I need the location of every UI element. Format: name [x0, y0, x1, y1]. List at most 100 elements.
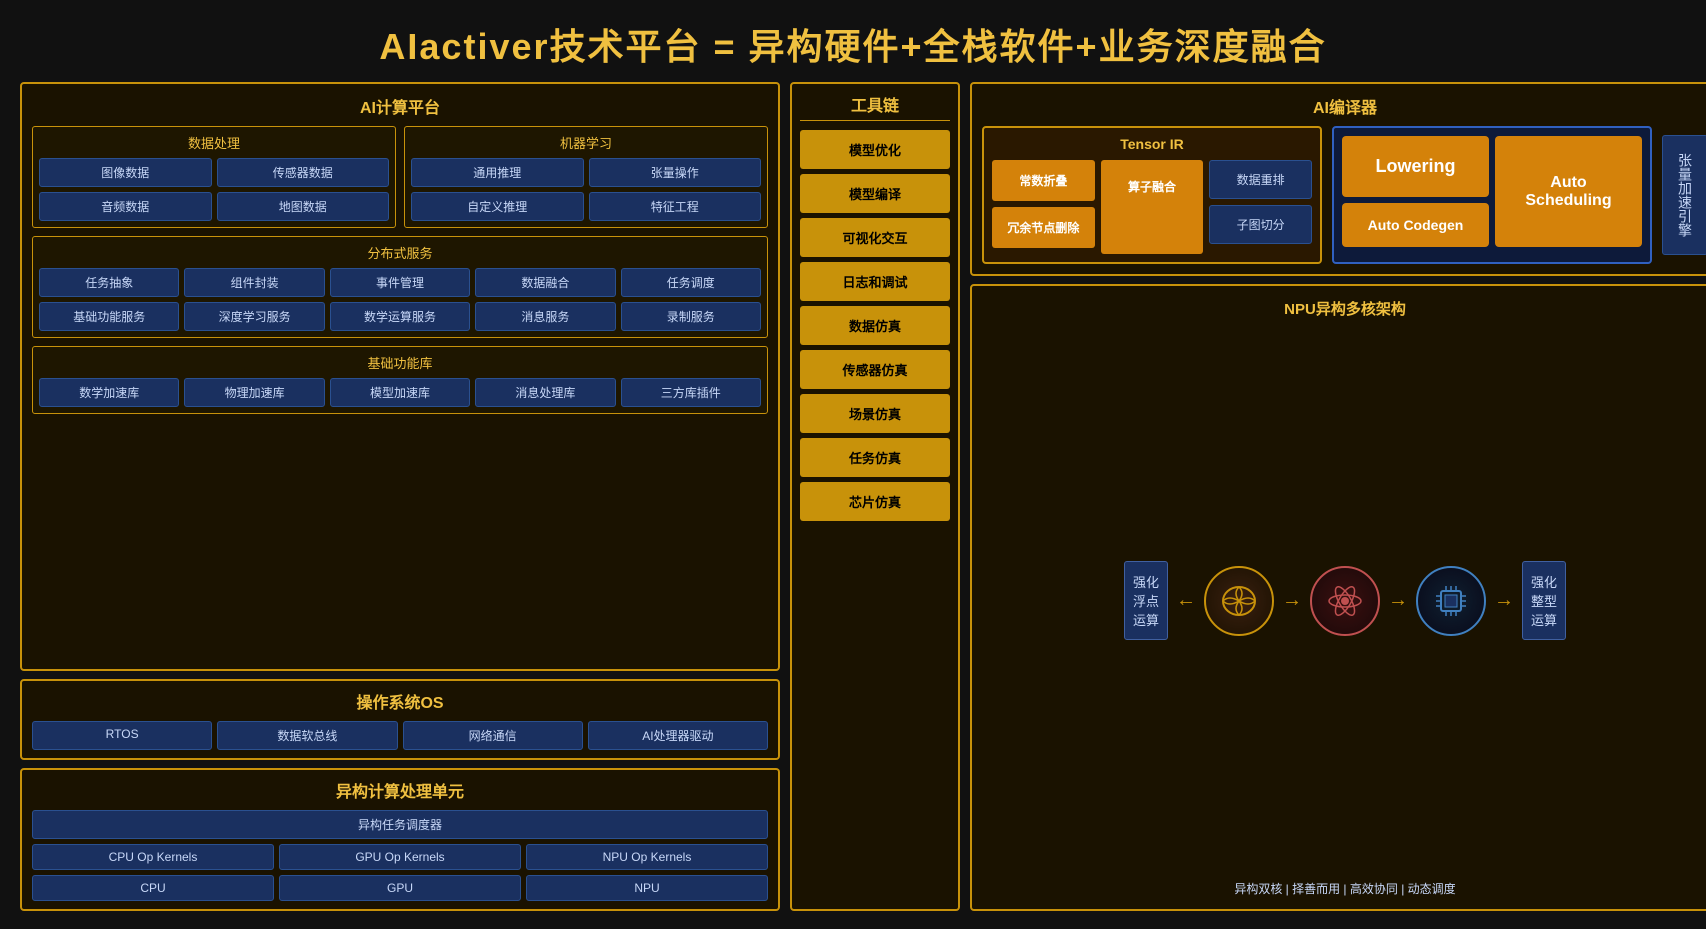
chip-task-abstract: 任务抽象 [39, 268, 179, 297]
ml-grid: 通用推理 张量操作 自定义推理 特征工程 [411, 158, 761, 221]
npu-left-box: 强化 浮点 运算 [1124, 561, 1168, 640]
chip-math-accel: 数学加速库 [39, 378, 179, 407]
chip-third-party: 三方库插件 [621, 378, 761, 407]
os-title: 操作系统OS [32, 689, 768, 713]
chip-sensor-data: 传感器数据 [217, 158, 390, 187]
ml-title: 机器学习 [411, 133, 761, 152]
chip-ai-driver: AI处理器驱动 [588, 721, 768, 750]
tool-chip-sim: 芯片仿真 [800, 482, 950, 521]
tensor-ir-box: Tensor IR 常数折叠 冗余节点删除 算子融合 数据重排 [982, 126, 1322, 264]
page-title: AIactiver技术平台 = 异构硬件+全栈软件+业务深度融合 [20, 18, 1686, 70]
chip-dl-service: 深度学习服务 [184, 302, 324, 331]
brain-icon [1204, 566, 1274, 636]
tensor-accel-container: 张量加速引擎 [1662, 126, 1706, 264]
tool-log-debug: 日志和调试 [800, 262, 950, 301]
ir-subgraph-cut: 子图切分 [1209, 205, 1312, 244]
tensor-ir-grid: 常数折叠 冗余节点删除 算子融合 数据重排 子图切分 [992, 160, 1312, 254]
chip-math-service: 数学运算服务 [330, 302, 470, 331]
tool-model-opt: 模型优化 [800, 130, 950, 169]
arrow-right1: → [1282, 589, 1302, 612]
chip-gpu-kernels: GPU Op Kernels [279, 844, 521, 870]
chip-npu-kernels: NPU Op Kernels [526, 844, 768, 870]
arrow-right2: → [1388, 589, 1408, 612]
tool-task-sim: 任务仿真 [800, 438, 950, 477]
page: AIactiver技术平台 = 异构硬件+全栈软件+业务深度融合 AI计算平台 … [0, 0, 1706, 929]
chip-record-service: 录制服务 [621, 302, 761, 331]
basic-lib-grid: 数学加速库 物理加速库 模型加速库 消息处理库 三方库插件 [39, 378, 761, 407]
data-processing-section: 数据处理 图像数据 传感器数据 音频数据 地图数据 [32, 126, 396, 228]
ir-redundant-del: 冗余节点删除 [992, 207, 1095, 248]
npu-footer: 异构双核 | 择善而用 | 高效协同 | 动态调度 [984, 880, 1706, 897]
chip-map-data: 地图数据 [217, 192, 390, 221]
npu-diagram: 强化 浮点 运算 ← → [984, 329, 1706, 872]
tool-data-sim: 数据仿真 [800, 306, 950, 345]
ir-op-fusion: 算子融合 [1101, 160, 1204, 254]
os-grid: RTOS 数据软总线 网络通信 AI处理器驱动 [32, 721, 768, 750]
auto-scheduling-label: AutoScheduling [1495, 136, 1642, 247]
chip-gpu: GPU [279, 875, 521, 901]
compiler-section: AI编译器 Tensor IR 常数折叠 冗余节点删除 算子融合 [970, 82, 1706, 276]
distributed-title: 分布式服务 [39, 243, 761, 262]
chip-data-bus: 数据软总线 [217, 721, 397, 750]
data-ml-row: 数据处理 图像数据 传感器数据 音频数据 地图数据 机器学习 通用推理 [32, 126, 768, 228]
chip-component-wrap: 组件封装 [184, 268, 324, 297]
tools-container: 工具链 模型优化 模型编译 可视化交互 日志和调试 数据仿真 传感器仿真 场景仿… [790, 82, 960, 911]
chip-event-mgmt: 事件管理 [330, 268, 470, 297]
chip-tensor-op: 张量操作 [589, 158, 762, 187]
chip-network: 网络通信 [403, 721, 583, 750]
npu-title: NPU异构多核架构 [984, 298, 1706, 319]
chip-model-accel: 模型加速库 [330, 378, 470, 407]
tool-model-compile: 模型编译 [800, 174, 950, 213]
os-section: 操作系统OS RTOS 数据软总线 网络通信 AI处理器驱动 [20, 679, 780, 760]
chip-npu: NPU [526, 875, 768, 901]
tool-scene-sim: 场景仿真 [800, 394, 950, 433]
atom-icon [1310, 566, 1380, 636]
ir-data-reorder: 数据重排 [1209, 160, 1312, 199]
chip-task-schedule: 任务调度 [621, 268, 761, 297]
tensor-ir-left: 常数折叠 冗余节点删除 [992, 160, 1095, 248]
main-content: AI计算平台 数据处理 图像数据 传感器数据 音频数据 地图数据 [20, 82, 1686, 911]
chip-physics-accel: 物理加速库 [184, 378, 324, 407]
compiler-inner: Tensor IR 常数折叠 冗余节点删除 算子融合 数据重排 [982, 126, 1706, 264]
tool-visual-interact: 可视化交互 [800, 218, 950, 257]
chip-msg-service: 消息服务 [475, 302, 615, 331]
chip-audio-data: 音频数据 [39, 192, 212, 221]
basic-lib-title: 基础功能库 [39, 353, 761, 372]
chip-cpu-kernels: CPU Op Kernels [32, 844, 274, 870]
chip-feature-eng: 特征工程 [589, 192, 762, 221]
ai-platform: AI计算平台 数据处理 图像数据 传感器数据 音频数据 地图数据 [20, 82, 780, 671]
ml-section: 机器学习 通用推理 张量操作 自定义推理 特征工程 [404, 126, 768, 228]
right-section: AI编译器 Tensor IR 常数折叠 冗余节点删除 算子融合 [970, 82, 1706, 911]
ir-constant-fold: 常数折叠 [992, 160, 1095, 201]
ai-platform-title: AI计算平台 [32, 94, 768, 118]
chip-icon [1416, 566, 1486, 636]
lowering-grid: Lowering AutoScheduling Auto Codegen [1342, 136, 1642, 247]
chip-msg-proc: 消息处理库 [475, 378, 615, 407]
basic-lib-section: 基础功能库 数学加速库 物理加速库 模型加速库 消息处理库 三方库插件 [32, 346, 768, 414]
hetero-scheduler: 异构任务调度器 [32, 810, 768, 839]
distributed-section: 分布式服务 任务抽象 组件封装 事件管理 数据融合 任务调度 基础功能服务 深度… [32, 236, 768, 338]
tools-title: 工具链 [800, 92, 950, 121]
tensor-ir-title: Tensor IR [992, 136, 1312, 152]
lowering-box: Lowering AutoScheduling Auto Codegen [1332, 126, 1652, 264]
middle-section: 工具链 模型优化 模型编译 可视化交互 日志和调试 数据仿真 传感器仿真 场景仿… [790, 82, 960, 911]
data-processing-grid: 图像数据 传感器数据 音频数据 地图数据 [39, 158, 389, 221]
chip-cpu: CPU [32, 875, 274, 901]
tensor-ir-right: 数据重排 子图切分 [1209, 160, 1312, 248]
chip-image-data: 图像数据 [39, 158, 212, 187]
chip-rtos: RTOS [32, 721, 212, 750]
chip-data-fusion: 数据融合 [475, 268, 615, 297]
distributed-row2: 基础功能服务 深度学习服务 数学运算服务 消息服务 录制服务 [39, 302, 761, 331]
left-section: AI计算平台 数据处理 图像数据 传感器数据 音频数据 地图数据 [20, 82, 780, 911]
hetero-section: 异构计算处理单元 异构任务调度器 CPU Op Kernels GPU Op K… [20, 768, 780, 911]
chip-custom-inference: 自定义推理 [411, 192, 584, 221]
arrow-right3: → [1494, 589, 1514, 612]
tensor-accel-label: 张量加速引擎 [1662, 135, 1706, 255]
data-processing-title: 数据处理 [39, 133, 389, 152]
npu-right-box: 强化 整型 运算 [1522, 561, 1566, 640]
hetero-title: 异构计算处理单元 [32, 778, 768, 802]
lowering-label: Lowering [1342, 136, 1489, 197]
distributed-row1: 任务抽象 组件封装 事件管理 数据融合 任务调度 [39, 268, 761, 297]
tool-sensor-sim: 传感器仿真 [800, 350, 950, 389]
auto-codegen-label: Auto Codegen [1342, 203, 1489, 247]
